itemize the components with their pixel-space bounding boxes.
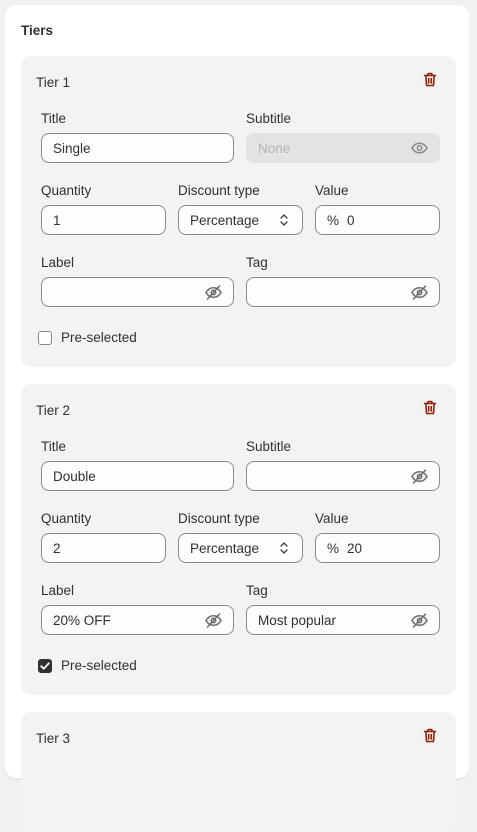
delete-tier-3-button[interactable] — [421, 728, 439, 748]
label-label: Label — [41, 255, 75, 270]
quantity-value: 1 — [53, 212, 61, 228]
tier-1-panel: Tier 1 Title Subtitle Single None Quanti… — [21, 56, 456, 367]
discount-type-label: Discount type — [178, 511, 260, 526]
eye-icon — [410, 139, 428, 157]
preselected-label: Pre-selected — [61, 330, 137, 345]
section-title: Tiers — [21, 23, 54, 38]
eye-off-icon[interactable] — [204, 283, 222, 301]
preselected-checkbox-row[interactable]: Pre-selected — [38, 658, 137, 673]
discount-type-value: Percentage — [190, 212, 260, 228]
discount-type-select[interactable]: Percentage — [178, 533, 303, 563]
eye-off-icon[interactable] — [410, 467, 428, 485]
discount-type-label: Discount type — [178, 183, 260, 198]
tag-label: Tag — [246, 583, 268, 598]
title-label: Title — [41, 111, 67, 126]
preselected-checkbox-row[interactable]: Pre-selected — [38, 330, 137, 345]
quantity-input[interactable]: 2 — [41, 533, 166, 563]
subtitle-input: None — [246, 133, 440, 163]
tag-label: Tag — [246, 255, 268, 270]
quantity-input[interactable]: 1 — [41, 205, 166, 235]
quantity-label: Quantity — [41, 183, 92, 198]
preselected-label: Pre-selected — [61, 658, 137, 673]
tag-value: Most popular — [258, 612, 337, 628]
title-value: Single — [53, 140, 91, 156]
trash-icon — [423, 400, 437, 420]
chevron-up-down-icon — [277, 539, 291, 557]
value-input[interactable]: % 20 — [315, 533, 440, 563]
title-input[interactable]: Single — [41, 133, 234, 163]
title-label: Title — [41, 439, 67, 454]
eye-off-icon[interactable] — [204, 611, 222, 629]
percent-prefix: % — [327, 212, 340, 228]
subtitle-input[interactable] — [246, 461, 440, 491]
tier-title: Tier 1 — [36, 75, 71, 90]
discount-type-value: Percentage — [190, 540, 260, 556]
discount-type-select[interactable]: Percentage — [178, 205, 303, 235]
value-input[interactable]: % 0 — [315, 205, 440, 235]
delete-tier-1-button[interactable] — [421, 72, 439, 92]
checkmark-icon — [40, 661, 50, 670]
tier-title: Tier 3 — [36, 731, 71, 746]
trash-icon — [423, 728, 437, 748]
title-value: Double — [53, 468, 96, 484]
subtitle-label: Subtitle — [246, 439, 292, 454]
label-value: 20% OFF — [53, 612, 111, 628]
value-value: 20 — [347, 540, 363, 556]
label-input[interactable] — [41, 277, 234, 307]
value-label: Value — [315, 511, 349, 526]
preselected-checkbox[interactable] — [38, 658, 52, 673]
eye-off-icon[interactable] — [410, 283, 428, 301]
value-value: 0 — [347, 212, 355, 228]
title-input[interactable]: Double — [41, 461, 234, 491]
subtitle-placeholder: None — [258, 140, 291, 156]
tiers-card: Tiers Tier 1 Title Subtitle Single None — [4, 4, 470, 832]
eye-off-icon[interactable] — [410, 611, 428, 629]
tier-title: Tier 2 — [36, 403, 71, 418]
tier-3-panel: Tier 3 — [21, 712, 456, 832]
tag-input[interactable]: Most popular — [246, 605, 440, 635]
delete-tier-2-button[interactable] — [421, 400, 439, 420]
label-input[interactable]: 20% OFF — [41, 605, 234, 635]
chevron-up-down-icon — [277, 211, 291, 229]
quantity-value: 2 — [53, 540, 61, 556]
tag-input[interactable] — [246, 277, 440, 307]
quantity-label: Quantity — [41, 511, 92, 526]
percent-prefix: % — [327, 540, 340, 556]
tier-2-panel: Tier 2 Title Subtitle Double Quantity Di… — [21, 384, 456, 695]
subtitle-label: Subtitle — [246, 111, 292, 126]
trash-icon — [423, 72, 437, 92]
label-label: Label — [41, 583, 75, 598]
preselected-checkbox[interactable] — [38, 330, 52, 345]
value-label: Value — [315, 183, 349, 198]
